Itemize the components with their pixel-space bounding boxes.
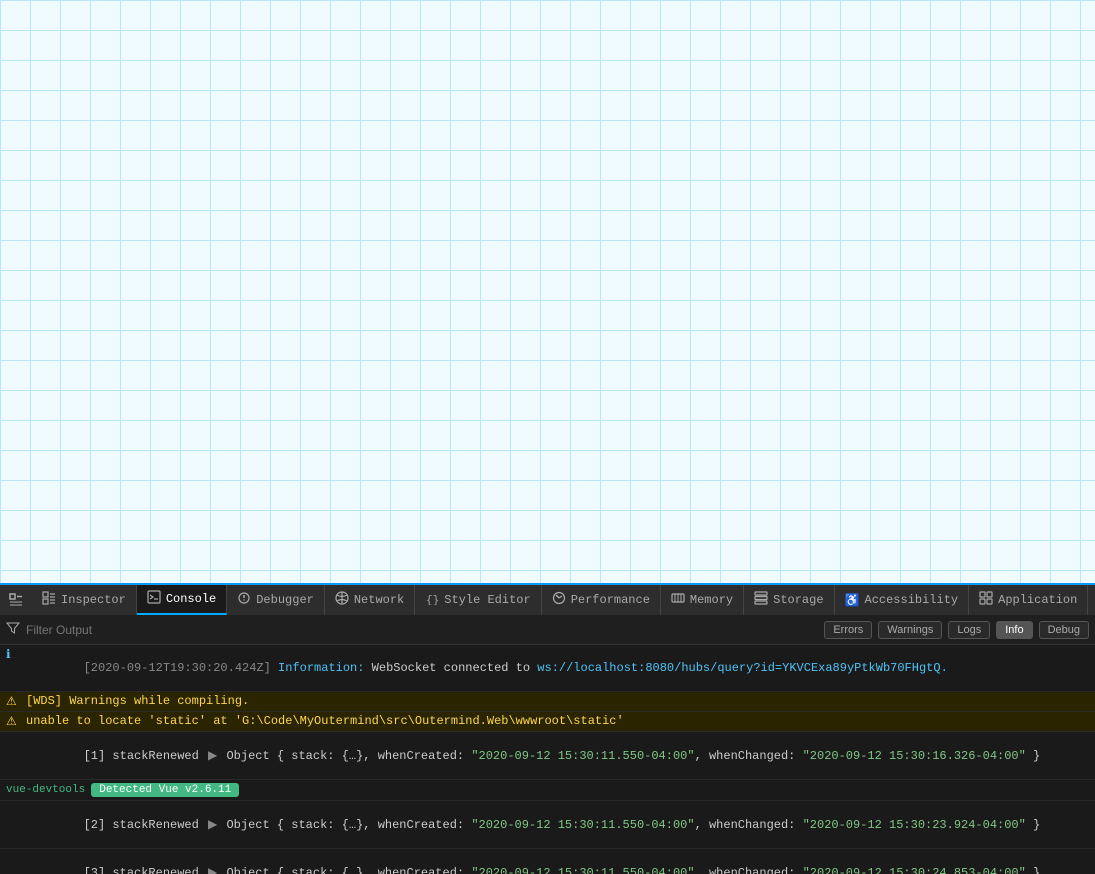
errors-filter-button[interactable]: Errors — [824, 621, 872, 639]
warning-icon: ⚠ — [6, 714, 22, 729]
memory-icon — [671, 591, 685, 609]
tab-network-label: Network — [354, 593, 404, 607]
warnings-filter-button[interactable]: Warnings — [878, 621, 942, 639]
tab-application-label: Application — [998, 593, 1077, 607]
devtools-panel: Inspector Console Debugger — [0, 583, 1095, 874]
vue-detected-line: vue-devtools Detected Vue v2.6.11 — [0, 780, 1095, 801]
console-line-text: [2] stackRenewed ▶ Object { stack: {…}, … — [26, 803, 1089, 846]
expand-object-button[interactable]: ▶ — [208, 865, 217, 874]
debug-filter-button[interactable]: Debug — [1039, 621, 1089, 639]
console-line: [3] stackRenewed ▶ Object { stack: {…}, … — [0, 849, 1095, 874]
filter-icon — [6, 621, 20, 639]
performance-icon — [552, 591, 566, 609]
logs-filter-button[interactable]: Logs — [948, 621, 990, 639]
vue-devtools-label: vue-devtools — [6, 784, 85, 796]
tab-network[interactable]: Network — [325, 585, 415, 615]
tab-inspector-label: Inspector — [61, 593, 126, 607]
tab-debugger-label: Debugger — [256, 593, 314, 607]
tab-memory[interactable]: Memory — [661, 585, 744, 615]
tab-memory-label: Memory — [690, 593, 733, 607]
expand-object-button[interactable]: ▶ — [208, 748, 217, 763]
console-line-text: [WDS] Warnings while compiling. — [26, 694, 1089, 708]
inspector-icon — [42, 591, 56, 609]
storage-icon — [754, 591, 768, 609]
svg-text:{}: {} — [426, 595, 439, 605]
tab-performance[interactable]: Performance — [542, 585, 661, 615]
devtools-toolbar: Inspector Console Debugger — [0, 583, 1095, 615]
tab-storage[interactable]: Storage — [744, 585, 834, 615]
console-output[interactable]: ℹ [2020-09-12T19:30:20.424Z] Information… — [0, 645, 1095, 874]
accessibility-icon: ♿ — [845, 593, 860, 608]
tab-accessibility[interactable]: ♿ Accessibility — [835, 585, 970, 615]
console-icon — [147, 590, 161, 608]
console-line-text: [1] stackRenewed ▶ Object { stack: {…}, … — [26, 734, 1089, 777]
warning-icon: ⚠ — [6, 694, 22, 709]
tab-inspector[interactable]: Inspector — [32, 585, 137, 615]
info-icon: ℹ — [6, 647, 22, 662]
browser-viewport — [0, 0, 1095, 583]
debugger-icon — [237, 591, 251, 609]
console-line-text: [3] stackRenewed ▶ Object { stack: {…}, … — [26, 851, 1089, 874]
expand-object-button[interactable]: ▶ — [208, 817, 217, 832]
console-line: ⚠ unable to locate 'static' at 'G:\Code\… — [0, 712, 1095, 732]
network-icon — [335, 591, 349, 609]
console-line: ⚠ [WDS] Warnings while compiling. — [0, 692, 1095, 712]
tab-whats-new[interactable]: ✦ What's New — [1088, 585, 1095, 615]
tab-style-editor-label: Style Editor — [444, 593, 530, 607]
console-line-text: [2020-09-12T19:30:20.424Z] Information: … — [26, 647, 1089, 689]
tab-storage-label: Storage — [773, 593, 823, 607]
inspect-element-button[interactable] — [0, 585, 32, 615]
tab-console-label: Console — [166, 592, 216, 606]
console-line: [1] stackRenewed ▶ Object { stack: {…}, … — [0, 732, 1095, 780]
application-icon — [979, 591, 993, 609]
tab-application[interactable]: Application — [969, 585, 1088, 615]
info-filter-button[interactable]: Info — [996, 621, 1032, 639]
filter-input[interactable] — [26, 623, 419, 637]
filter-bar: Errors Warnings Logs Info Debug — [0, 615, 1095, 645]
vue-detected-badge: Detected Vue v2.6.11 — [91, 783, 239, 797]
style-editor-icon: {} — [425, 591, 439, 609]
tab-performance-label: Performance — [571, 593, 650, 607]
tab-debugger[interactable]: Debugger — [227, 585, 325, 615]
console-line: ℹ [2020-09-12T19:30:20.424Z] Information… — [0, 645, 1095, 692]
console-line: [2] stackRenewed ▶ Object { stack: {…}, … — [0, 801, 1095, 849]
console-line-text: unable to locate 'static' at 'G:\Code\My… — [26, 714, 1089, 728]
tab-style-editor[interactable]: {} Style Editor — [415, 585, 541, 615]
tab-accessibility-label: Accessibility — [865, 593, 959, 607]
tab-console[interactable]: Console — [137, 585, 227, 615]
